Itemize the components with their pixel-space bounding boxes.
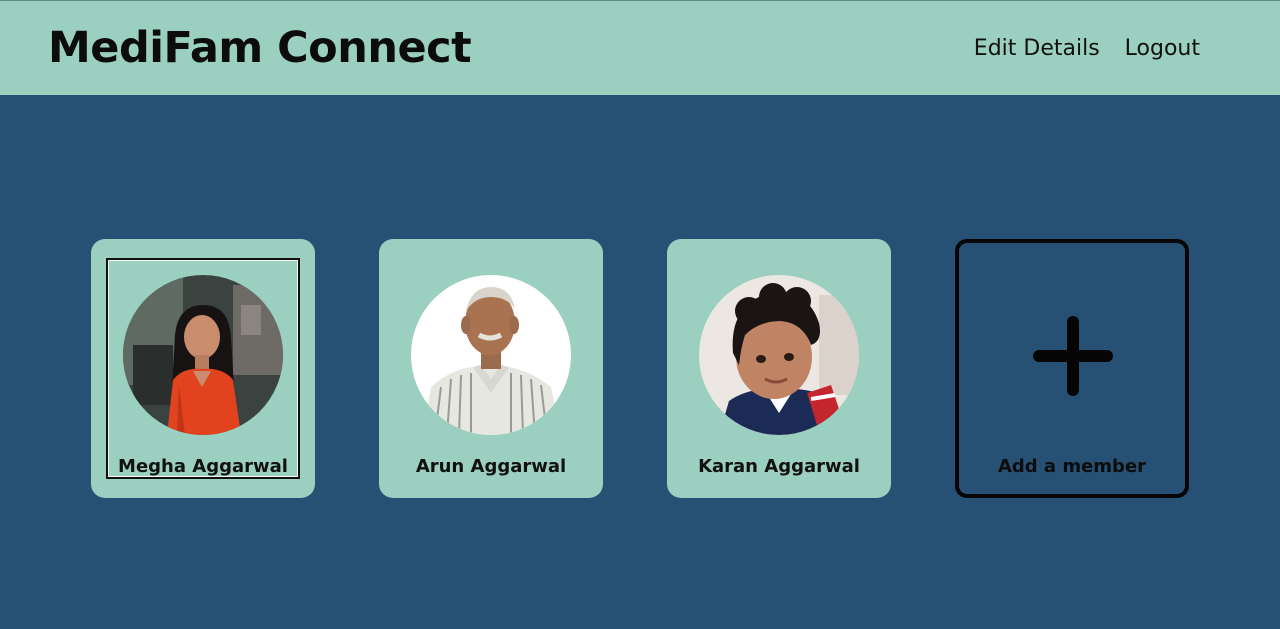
member-card-karan[interactable]: Karan Aggarwal (667, 239, 891, 498)
member-name: Arun Aggarwal (415, 456, 567, 477)
member-avatar (411, 275, 571, 435)
brand-title: MediFam Connect (48, 23, 472, 73)
member-avatar (123, 275, 283, 435)
edit-details-link[interactable]: Edit Details (974, 34, 1100, 64)
member-name: Megha Aggarwal (118, 456, 288, 477)
add-member-label: Add a member (997, 456, 1147, 477)
logout-link[interactable]: Logout (1125, 34, 1200, 64)
add-member-button[interactable]: Add a member (955, 239, 1189, 498)
member-card-arun[interactable]: Arun Aggarwal (379, 239, 603, 498)
top-navbar: MediFam Connect Edit Details Logout (0, 0, 1280, 95)
member-card-megha[interactable]: Megha Aggarwal (91, 239, 315, 498)
member-name: Karan Aggarwal (698, 456, 860, 477)
plus-icon (1033, 316, 1113, 396)
member-avatar (699, 275, 859, 435)
nav-links: Edit Details Logout (974, 34, 1200, 64)
